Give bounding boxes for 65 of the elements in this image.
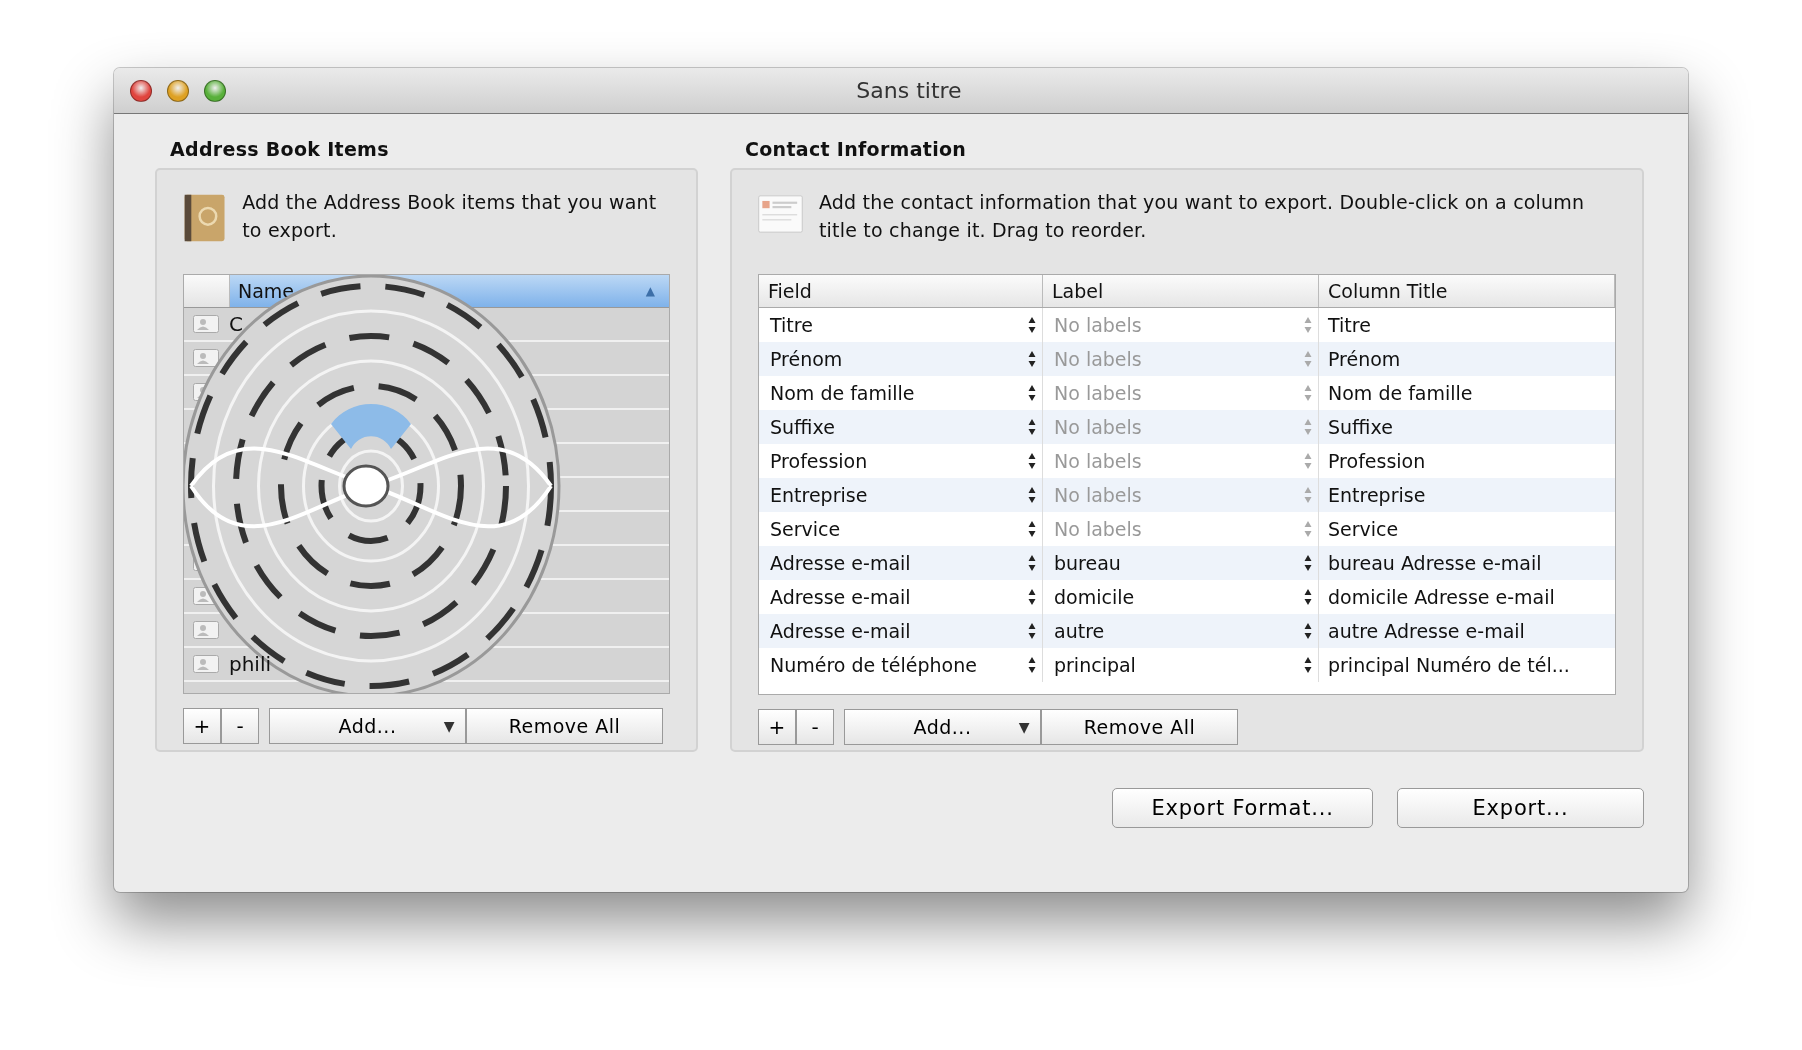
stepper-icon xyxy=(1304,384,1312,402)
table-cell-text: principal Numéro de tél... xyxy=(1327,653,1571,678)
column-title: Name xyxy=(238,280,295,302)
group-title: Contact Information xyxy=(745,138,968,160)
stepper-icon xyxy=(1304,486,1312,504)
column-header[interactable]: Column Title xyxy=(1319,275,1615,307)
contact-card-icon xyxy=(193,315,219,333)
stepper-icon xyxy=(1028,452,1036,470)
sort-arrow: ▲ xyxy=(645,284,655,298)
contact-card-icon xyxy=(193,621,219,639)
column-header xyxy=(184,275,230,307)
stepper-icon xyxy=(1304,350,1312,368)
stepper-icon xyxy=(1304,554,1312,572)
stepper-icon xyxy=(1028,622,1036,640)
stepper-icon xyxy=(1304,622,1312,640)
remove-all-button[interactable]: Remove All xyxy=(466,708,663,744)
table-cell-text: autre Adresse e-mail xyxy=(1327,619,1526,644)
stepper-icon xyxy=(1028,520,1036,538)
add-menu-button[interactable]: Add... ▼ xyxy=(269,708,466,744)
stepper-icon xyxy=(1028,486,1036,504)
close-button[interactable] xyxy=(130,79,152,102)
stepper-icon xyxy=(1304,316,1312,334)
zoom-button[interactable] xyxy=(204,79,226,102)
contact-name: C xyxy=(229,312,243,336)
remove-button[interactable]: - xyxy=(796,709,834,745)
stepper-icon xyxy=(1304,656,1312,674)
stepper-icon xyxy=(1028,656,1036,674)
minimize-button[interactable] xyxy=(167,79,189,102)
stepper-icon xyxy=(1304,520,1312,538)
export-format-button[interactable]: Export Format... xyxy=(1112,788,1373,828)
field-popup[interactable]: Numéro de téléphone xyxy=(759,648,1043,682)
export-button[interactable]: Export... xyxy=(1397,788,1644,828)
column-header[interactable]: Field xyxy=(759,275,1043,307)
group-title: Address Book Items xyxy=(170,138,390,160)
stepper-icon xyxy=(1028,350,1036,368)
description: Add the Address Book items that you want to export. xyxy=(242,190,658,243)
table-cell-text: Suffixe xyxy=(1327,415,1394,440)
contact-name: phili xyxy=(229,652,272,676)
label-popup[interactable]: principal xyxy=(1043,648,1319,682)
add-button[interactable]: + xyxy=(758,709,796,745)
table-cell-text: Nom de famille xyxy=(1327,381,1474,406)
stepper-icon xyxy=(1028,554,1036,572)
stepper-icon xyxy=(1028,418,1036,436)
stepper-icon xyxy=(1304,418,1312,436)
stepper-icon xyxy=(1304,452,1312,470)
table-cell-text: Entreprise xyxy=(1327,483,1427,508)
contact-card-icon xyxy=(193,655,219,673)
table-cell-text: Prénom xyxy=(1327,347,1402,372)
remove-button[interactable]: - xyxy=(221,708,259,744)
stepper-icon xyxy=(1028,588,1036,606)
add-button[interactable]: + xyxy=(183,708,221,744)
stepper-icon xyxy=(1028,384,1036,402)
table-cell-text: domicile Adresse e-mail xyxy=(1327,585,1556,610)
table-cell-text: Titre xyxy=(1327,313,1372,338)
column-header[interactable]: Label xyxy=(1043,275,1319,307)
stepper-icon xyxy=(1304,588,1312,606)
table-cell-text: Service xyxy=(1327,517,1400,542)
add-menu-button[interactable]: Add... ▼ xyxy=(844,709,1041,745)
stepper-icon xyxy=(1028,316,1036,334)
remove-all-button[interactable]: Remove All xyxy=(1041,709,1238,745)
table-cell-text: Profession xyxy=(1327,449,1427,474)
contact-card-icon xyxy=(193,349,219,367)
description: Add the contact information that you want to export. Double-click on a column title to change it. Drag to reorder. xyxy=(818,190,1586,243)
window-title: Sans titre xyxy=(856,78,962,103)
table-cell-text: bureau Adresse e-mail xyxy=(1327,551,1543,576)
